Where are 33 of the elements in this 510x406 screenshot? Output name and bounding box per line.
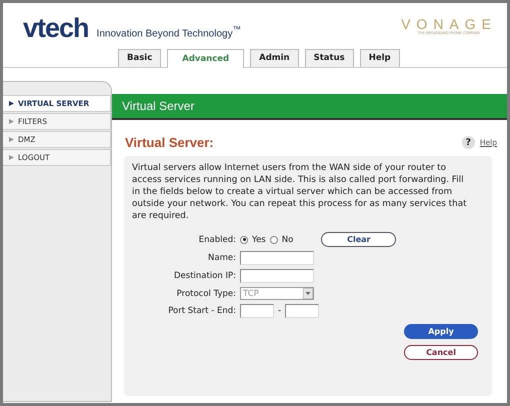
nav-tab[interactable]: Advanced — [167, 49, 244, 68]
clear-button[interactable]: Clear — [321, 232, 396, 247]
input-field[interactable] — [240, 251, 314, 265]
triangle-icon — [9, 155, 14, 160]
radio-label: Yes — [252, 234, 266, 244]
port-end-field[interactable] — [285, 304, 320, 318]
vtech-logo: vtech — [23, 15, 89, 42]
nav-tab[interactable]: Help — [360, 49, 400, 67]
radio-label: No — [282, 234, 294, 244]
port-start-field[interactable] — [240, 304, 274, 318]
field-label: Protocol Type: — [176, 288, 236, 298]
tagline: Innovation Beyond Technology$^{™}$ — [96, 24, 241, 41]
apply-button[interactable]: Apply — [404, 324, 478, 339]
radio-button[interactable] — [270, 236, 278, 244]
nav-tab[interactable]: Admin — [250, 49, 299, 67]
cancel-button[interactable]: Cancel — [404, 345, 478, 360]
description: Virtual servers allow Internet users from the WAN side of your router to access services running on LAN side. This is also called port forwarding. Fill in the fields below to create a virtual server which can be accessed from outside your network. You can repeat this process for as many services that are required. — [132, 162, 468, 222]
range-separator: - — [278, 306, 282, 316]
section-title-bar: Virtual Server — [112, 94, 507, 120]
nav-tab[interactable]: Basic — [118, 49, 162, 67]
page-heading: Virtual Server: — [125, 135, 214, 150]
field-label: Destination IP: — [173, 271, 236, 281]
triangle-icon — [9, 119, 14, 124]
radio-button[interactable] — [240, 236, 248, 244]
vonage-logo: VONAGE — [401, 17, 497, 31]
field-label: Enabled: — [198, 234, 236, 244]
triangle-icon — [9, 101, 14, 106]
nav-tab[interactable]: Status — [304, 49, 354, 67]
field-label: Port Start - End: — [167, 306, 236, 316]
triangle-icon — [9, 137, 14, 142]
field-label: Name: — [207, 253, 236, 263]
help-icon[interactable]: ? — [462, 136, 475, 149]
input-field[interactable] — [240, 269, 314, 283]
